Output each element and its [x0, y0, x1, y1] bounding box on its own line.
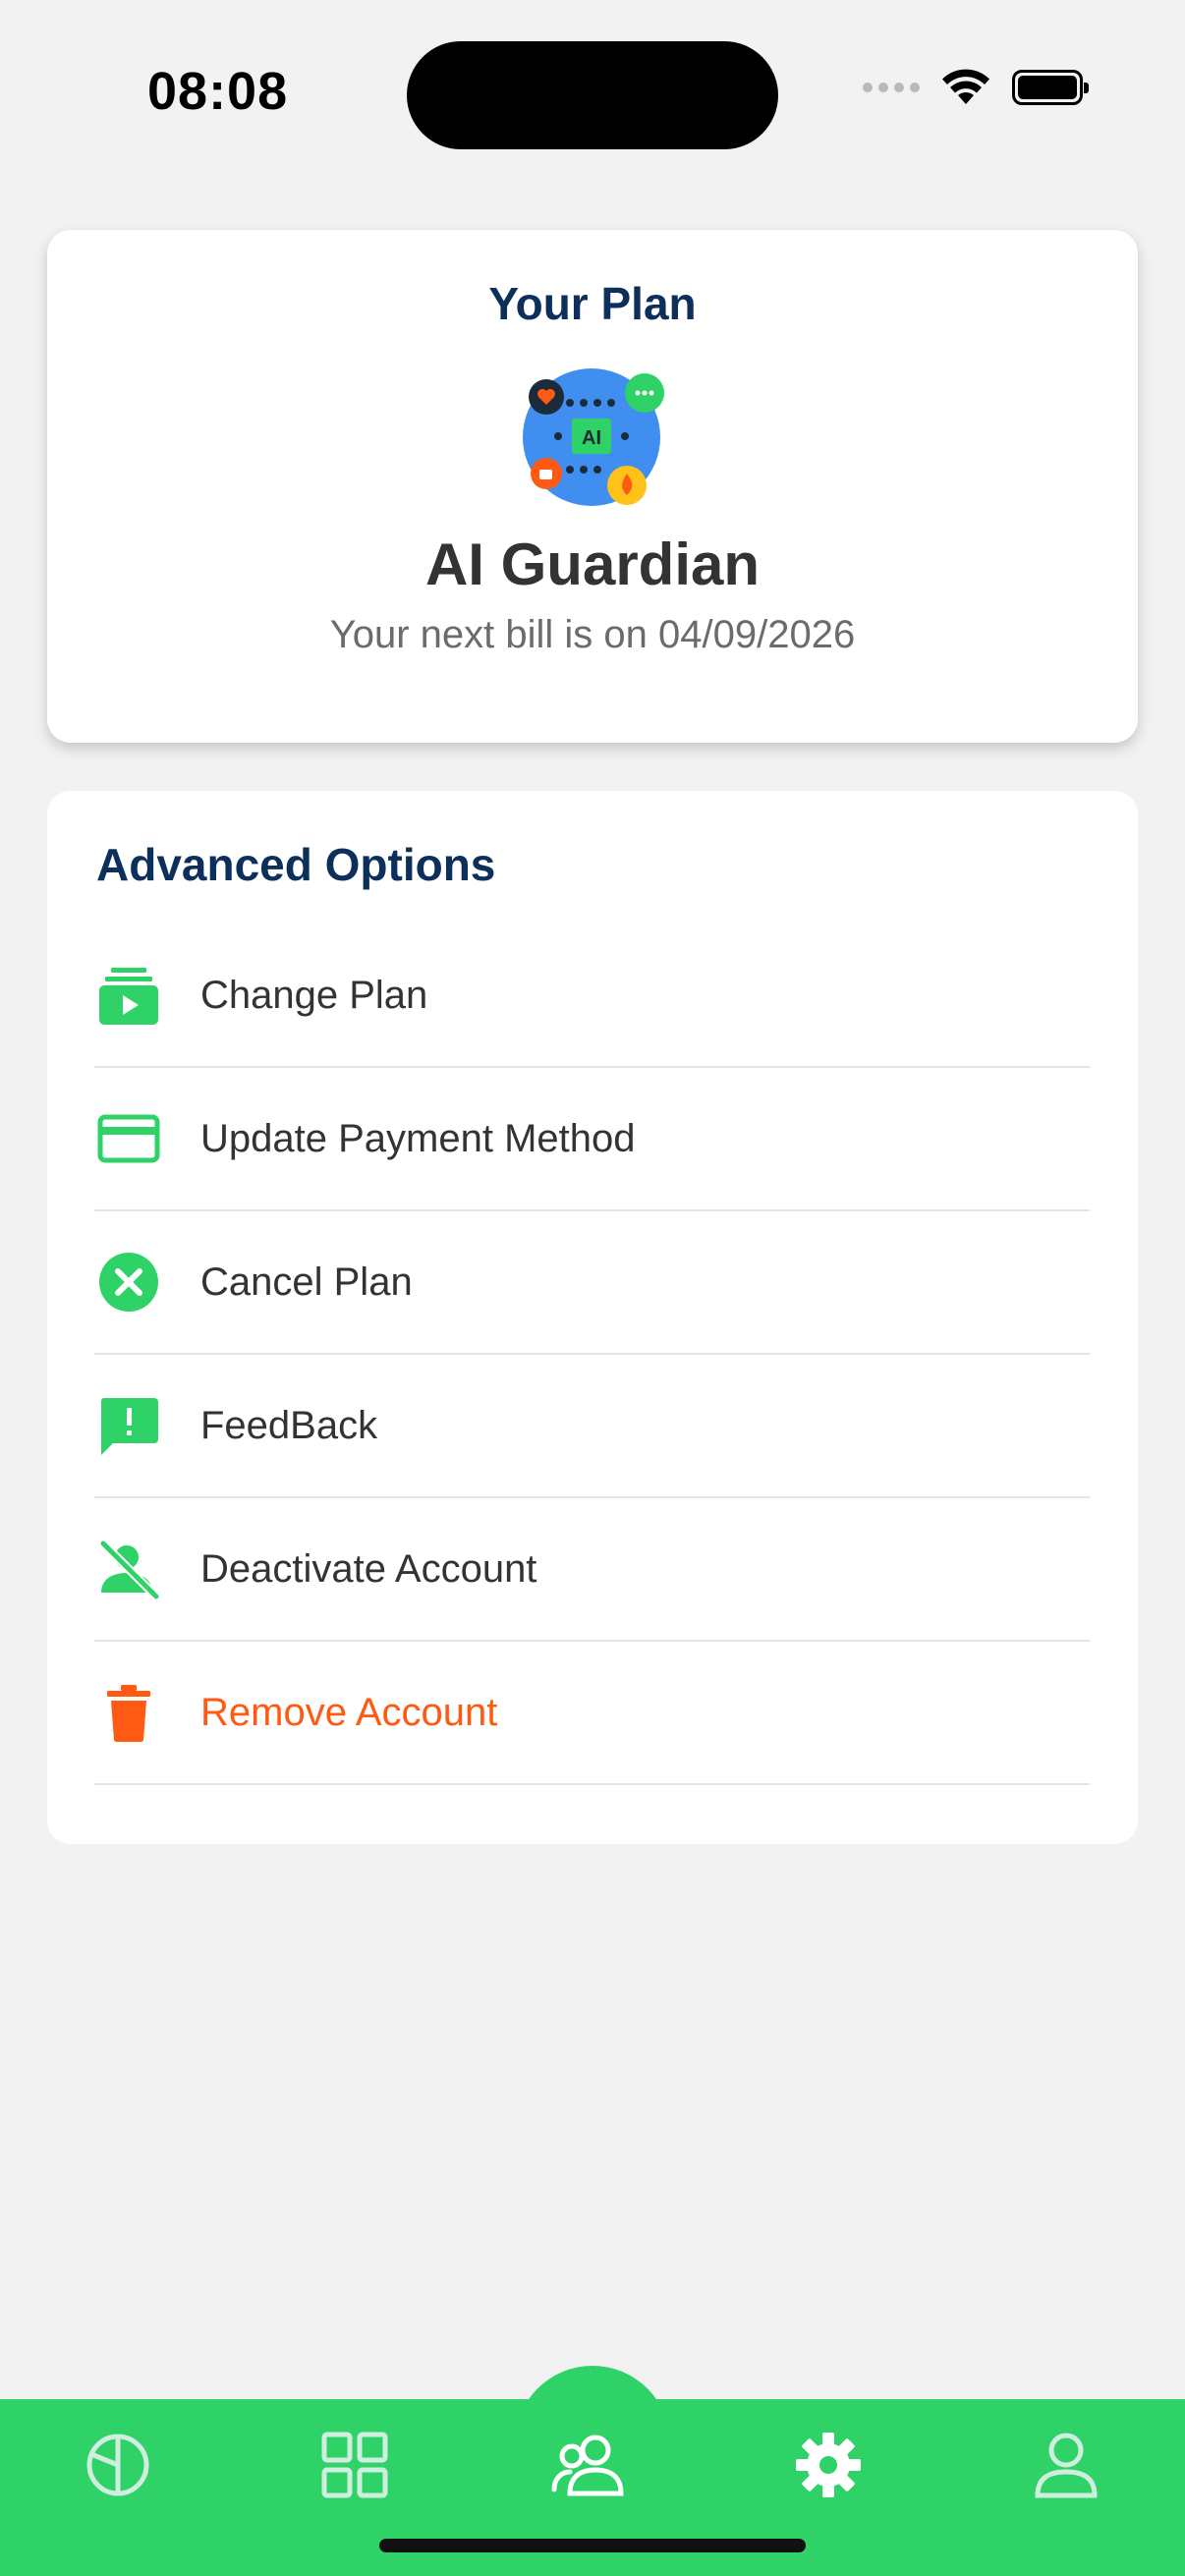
advanced-options-card: Advanced Options Change Plan Update Paym…	[47, 791, 1138, 1844]
nav-item-apps[interactable]	[310, 2421, 399, 2509]
remove-account-option[interactable]: Remove Account	[94, 1642, 1090, 1785]
status-indicators	[863, 69, 1089, 106]
change-plan-option[interactable]: Change Plan	[94, 924, 1090, 1068]
plan-card-title: Your Plan	[488, 278, 697, 329]
deactivate-account-option[interactable]: Deactivate Account	[94, 1498, 1090, 1642]
nav-item-settings[interactable]	[784, 2421, 873, 2509]
nav-item-dashboard[interactable]	[74, 2421, 162, 2509]
home-indicator	[379, 2539, 806, 2552]
grid-icon	[321, 2432, 388, 2498]
remove-account-label: Remove Account	[200, 1690, 498, 1734]
update-payment-method-label: Update Payment Method	[200, 1116, 636, 1160]
change-plan-label: Change Plan	[200, 973, 428, 1017]
pie-chart-icon	[86, 2434, 149, 2496]
advanced-options-title: Advanced Options	[96, 839, 496, 890]
ai-guardian-logo-icon: AI	[523, 368, 664, 506]
status-bar: 08:08	[0, 0, 1185, 187]
battery-icon	[1012, 70, 1089, 105]
nav-item-profile[interactable]	[1022, 2421, 1110, 2509]
cellular-signal-icon	[863, 83, 920, 92]
update-payment-method-option[interactable]: Update Payment Method	[94, 1068, 1090, 1211]
svg-text:AI: AI	[582, 427, 601, 449]
change-plan-icon	[94, 961, 163, 1030]
status-time: 08:08	[147, 62, 289, 121]
cancel-plan-label: Cancel Plan	[200, 1260, 413, 1304]
feedback-option[interactable]: FeedBack	[94, 1355, 1090, 1498]
cancel-circle-icon	[94, 1248, 163, 1316]
next-bill-date: Your next bill is on 04/09/2026	[329, 613, 856, 656]
advanced-options-list: Change Plan Update Payment Method Cancel…	[94, 924, 1090, 1785]
trash-icon	[94, 1678, 163, 1747]
plan-card: Your Plan AI AI Guardian Your next bill …	[47, 230, 1138, 743]
nav-item-family[interactable]	[548, 2421, 637, 2509]
credit-card-icon	[94, 1104, 163, 1173]
wifi-icon	[942, 69, 989, 104]
person-off-icon	[94, 1535, 163, 1603]
feedback-icon	[94, 1391, 163, 1460]
users-icon	[551, 2435, 624, 2496]
feedback-label: FeedBack	[200, 1403, 378, 1447]
cancel-plan-option[interactable]: Cancel Plan	[94, 1211, 1090, 1355]
deactivate-account-label: Deactivate Account	[200, 1546, 537, 1591]
dynamic-island	[407, 41, 778, 149]
profile-icon	[1035, 2433, 1098, 2498]
gear-icon	[796, 2433, 861, 2497]
plan-name: AI Guardian	[424, 532, 761, 597]
